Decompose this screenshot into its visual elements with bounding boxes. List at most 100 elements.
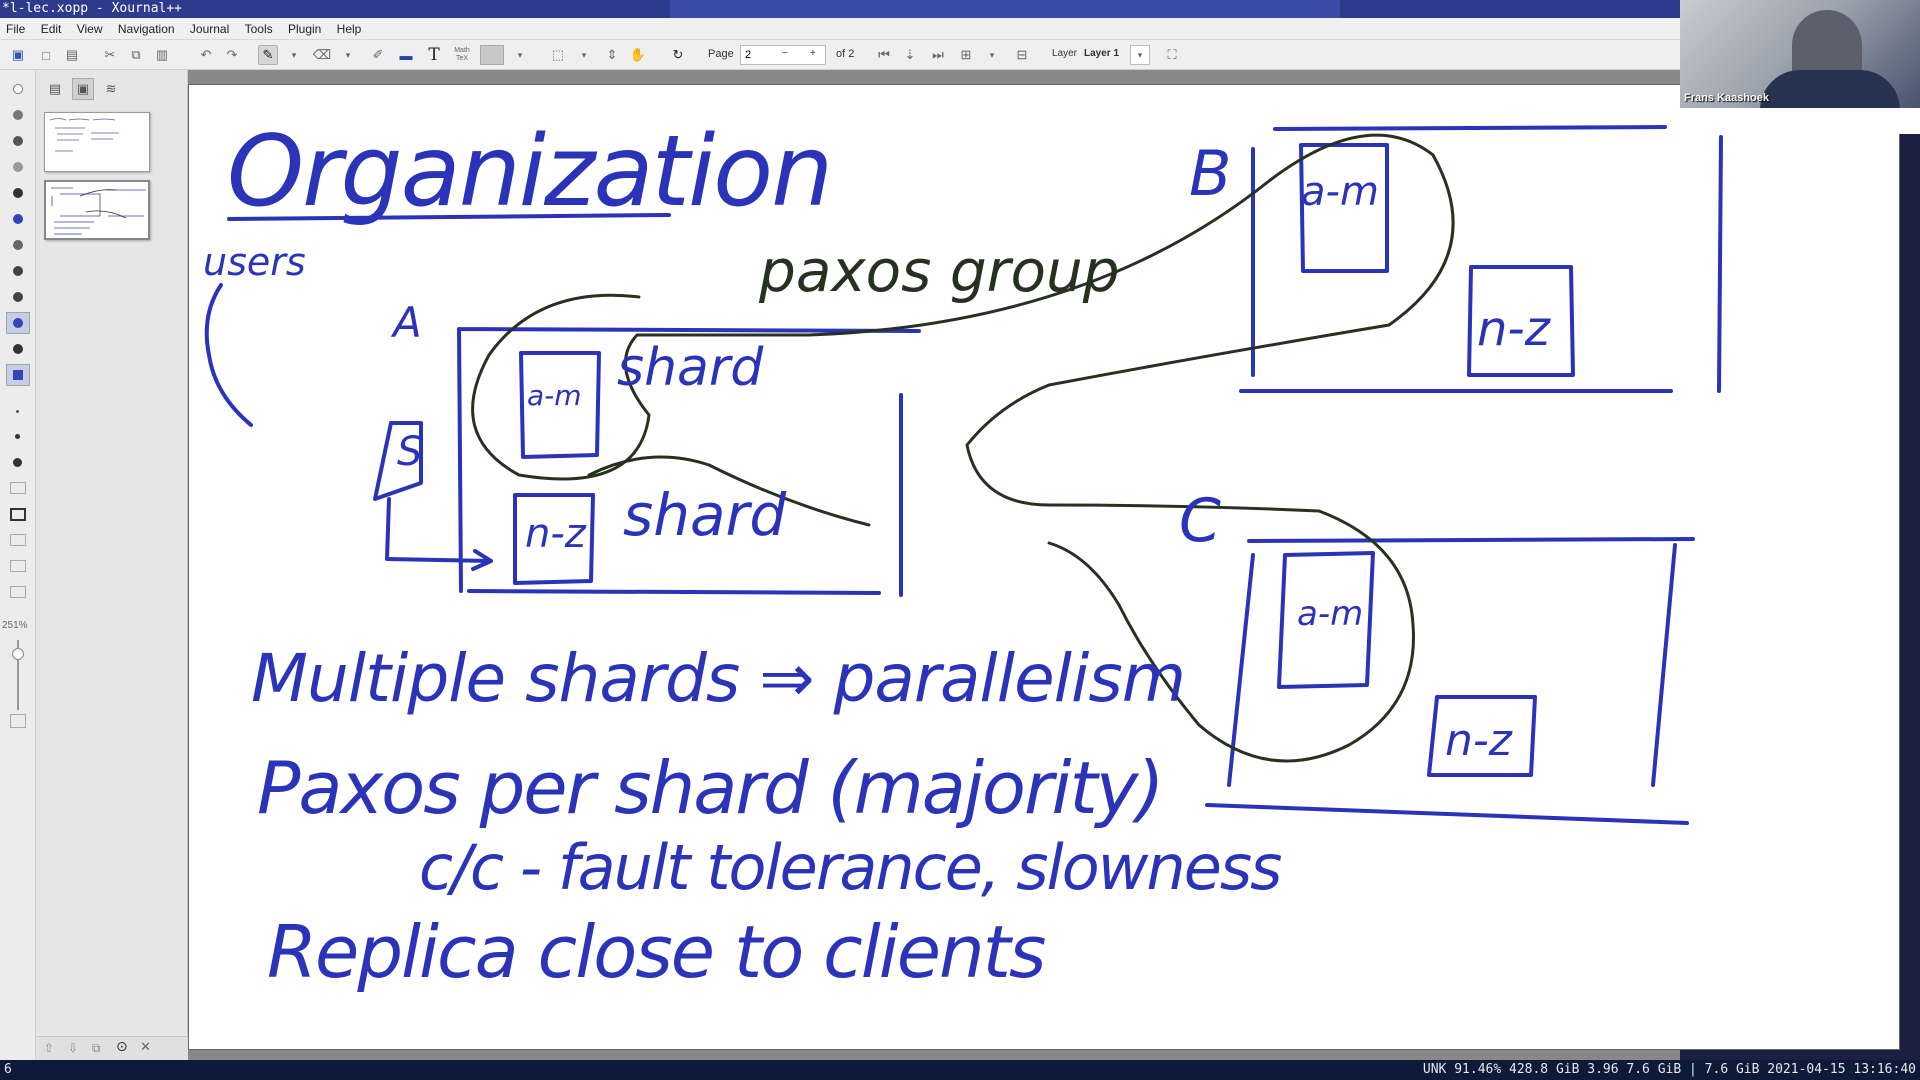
insert-page-dropdown-icon[interactable]: ▾: [982, 45, 1002, 65]
menu-tools[interactable]: Tools: [239, 18, 279, 40]
workspace-number[interactable]: 6: [4, 1060, 12, 1080]
tool-icon[interactable]: [10, 560, 26, 572]
active-color-dot-icon[interactable]: [13, 318, 23, 328]
layers-icon[interactable]: ≋: [100, 78, 122, 100]
menu-help[interactable]: Help: [331, 18, 368, 40]
redo-icon[interactable]: ↷: [222, 45, 242, 65]
menu-view[interactable]: View: [71, 18, 109, 40]
menu-plugin[interactable]: Plugin: [282, 18, 327, 40]
system-info: UNK 91.46% 428.8 GiB 3.96 7.6 GiB | 7.6 …: [1422, 1062, 1916, 1077]
color-dot-icon[interactable]: [13, 214, 23, 224]
s-label: S: [397, 429, 422, 475]
eraser-icon[interactable]: ⌫: [312, 45, 332, 65]
save-icon[interactable]: ▣: [8, 45, 28, 65]
s-arrow: [385, 497, 493, 571]
paste-icon[interactable]: ▥: [152, 45, 172, 65]
preview-pages-icon[interactable]: ▣: [72, 78, 94, 100]
pen-dropdown-icon[interactable]: ▾: [284, 45, 304, 65]
server-c-label: C: [1179, 486, 1221, 556]
hand-tool-icon[interactable]: ✋: [628, 45, 648, 65]
cut-icon[interactable]: ✂: [100, 45, 120, 65]
size-dot-icon[interactable]: [13, 84, 23, 94]
zoom-slider-handle[interactable]: [12, 648, 24, 660]
layer-dropdown-icon[interactable]: ▾: [1130, 45, 1150, 65]
copy-page-icon[interactable]: ⧉: [92, 1041, 101, 1056]
size-dot-icon[interactable]: [13, 344, 23, 354]
select-rect-icon[interactable]: ⬚: [548, 45, 568, 65]
fullscreen-icon[interactable]: ⛶: [1162, 45, 1182, 65]
camera-icon[interactable]: [10, 714, 26, 728]
page-decrement-icon[interactable]: −: [782, 48, 788, 59]
medium-size-icon[interactable]: [15, 434, 20, 439]
ruler-icon[interactable]: [10, 482, 26, 494]
zoom-level: 251%: [2, 620, 28, 631]
size-dot-icon[interactable]: [13, 292, 23, 302]
webcam-overlay: Frans Kaashoek: [1680, 0, 1920, 134]
page-increment-icon[interactable]: +: [810, 48, 816, 59]
insert-page-icon[interactable]: ⊞: [956, 45, 976, 65]
layer-select[interactable]: Layer 1: [1084, 48, 1119, 59]
new-page-icon[interactable]: □: [36, 45, 56, 65]
size-dot-icon[interactable]: [13, 162, 23, 172]
undo-icon[interactable]: ↶: [196, 45, 216, 65]
size-dot-icon[interactable]: [13, 266, 23, 276]
page-thumbnail-2[interactable]: [44, 180, 150, 240]
ink-layer: Organization users A B C S a-m n-z shard…: [203, 115, 1723, 994]
users-label: users: [203, 240, 306, 284]
shard-nz-b-label: n-z: [1477, 301, 1552, 357]
refresh-icon[interactable]: ↻: [668, 45, 688, 65]
menu-journal[interactable]: Journal: [184, 18, 235, 40]
paxos-group-label: paxos group: [758, 237, 1120, 305]
math-tex-icon[interactable]: Math TeX: [452, 45, 472, 65]
server-a-label: A: [390, 298, 422, 347]
note-line-4: Replica close to clients: [267, 910, 1045, 994]
page-options-icon[interactable]: ⊙: [116, 1039, 128, 1055]
size-dot-icon[interactable]: [13, 136, 23, 146]
tool-icon[interactable]: [10, 586, 26, 598]
title-bar-strip: [670, 0, 1340, 18]
prev-page-icon[interactable]: ⇣: [900, 45, 920, 65]
square-shape-icon[interactable]: [13, 370, 23, 380]
open-icon[interactable]: ▤: [62, 45, 82, 65]
grid-icon[interactable]: [10, 534, 26, 546]
size-dot-icon[interactable]: [13, 110, 23, 120]
close-sidebar-icon[interactable]: ✕: [140, 1040, 151, 1055]
shard-am-b-label: a-m: [1301, 169, 1379, 215]
move-page-up-icon[interactable]: ⇧: [44, 1041, 54, 1055]
next-page-icon[interactable]: ⏭: [928, 45, 948, 65]
rectangle-tool-icon[interactable]: [10, 508, 26, 521]
color-dropdown-icon[interactable]: ▾: [510, 45, 530, 65]
shard-nz-c-label: n-z: [1445, 715, 1513, 766]
webcam-name: Frans Kaashoek: [1684, 92, 1769, 104]
shard-nz-a-label: n-z: [525, 511, 587, 557]
page-list-icon[interactable]: ▤: [44, 78, 66, 100]
image-icon[interactable]: ▬: [396, 45, 416, 65]
sidebar-bottom-bar: ⇧ ⇩ ⧉ ⊙ ✕: [36, 1036, 188, 1060]
note-page[interactable]: Organization users A B C S a-m n-z shard…: [188, 84, 1900, 1050]
note-line-2: Paxos per shard (majority): [257, 746, 1162, 830]
menu-navigation[interactable]: Navigation: [112, 18, 181, 40]
menu-edit[interactable]: Edit: [35, 18, 68, 40]
note-line-1: Multiple shards ⇒ parallelism: [251, 640, 1185, 717]
note-line-3: c/c - fault tolerance, slowness: [419, 831, 1281, 904]
delete-page-icon[interactable]: ⊟: [1012, 45, 1032, 65]
pen-tool-icon[interactable]: ✎: [258, 45, 278, 65]
vertical-space-icon[interactable]: ⇕: [602, 45, 622, 65]
size-dot-icon[interactable]: [13, 240, 23, 250]
thumbnail-2-ink: [51, 187, 146, 235]
page-thumbnail-1[interactable]: [44, 112, 150, 172]
thick-size-icon[interactable]: [13, 458, 22, 467]
copy-icon[interactable]: ⧉: [126, 45, 146, 65]
highlighter-icon[interactable]: ✐: [368, 45, 388, 65]
select-dropdown-icon[interactable]: ▾: [574, 45, 594, 65]
eraser-dropdown-icon[interactable]: ▾: [338, 45, 358, 65]
menu-file[interactable]: File: [0, 18, 31, 40]
color-swatch-icon[interactable]: [480, 45, 504, 65]
size-dot-icon[interactable]: [13, 188, 23, 198]
first-page-icon[interactable]: ⏮: [874, 45, 894, 65]
text-tool-icon[interactable]: T: [424, 45, 444, 65]
system-status-bar: 6 UNK 91.46% 428.8 GiB 3.96 7.6 GiB | 7.…: [0, 1060, 1920, 1080]
layer-label: Layer: [1052, 48, 1078, 59]
thin-size-icon[interactable]: [16, 410, 19, 413]
move-page-down-icon[interactable]: ⇩: [68, 1041, 78, 1055]
